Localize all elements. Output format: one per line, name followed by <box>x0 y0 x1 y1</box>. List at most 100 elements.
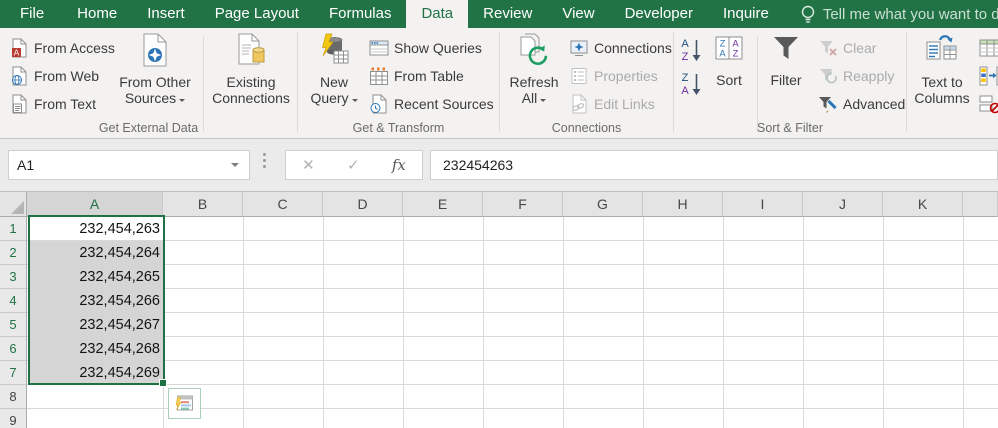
cell-a1[interactable]: 232,454,263 <box>29 217 160 241</box>
new-query-icon <box>318 33 350 70</box>
sort-descending-button[interactable]: ZA <box>678 70 704 98</box>
from-web-button[interactable]: From Web <box>8 64 102 88</box>
group-label-connections: Connections <box>500 121 673 135</box>
column-header-d[interactable]: D <box>323 192 403 217</box>
tab-inquire[interactable]: Inquire <box>708 0 784 28</box>
clear-filter-icon <box>818 38 838 58</box>
tab-page-layout[interactable]: Page Layout <box>200 0 314 28</box>
formula-input[interactable]: 232454263 <box>430 150 998 180</box>
cell-a4[interactable]: 232,454,266 <box>29 289 160 313</box>
fill-handle[interactable] <box>159 379 167 387</box>
column-header-g[interactable]: G <box>563 192 643 217</box>
column-header-f[interactable]: F <box>483 192 563 217</box>
filter-button[interactable]: Filter <box>761 31 811 119</box>
column-header-b[interactable]: B <box>163 192 243 217</box>
new-query-label2: Query <box>310 90 348 106</box>
show-queries-label: Show Queries <box>394 40 482 56</box>
auto-fill-options-button[interactable] <box>168 388 201 419</box>
row-header-8[interactable]: 8 <box>0 385 27 409</box>
svg-text:A: A <box>14 48 20 58</box>
column-header-partial[interactable] <box>963 192 998 217</box>
sort-dialog-icon: ZAAZ <box>714 33 744 68</box>
group-get-transform: New Query Show Queries From Table Recent… <box>298 28 499 138</box>
cell-a6[interactable]: 232,454,268 <box>29 337 160 361</box>
remove-duplicates-button-partial[interactable] <box>976 64 998 88</box>
reapply-filter-button[interactable]: Reapply <box>815 64 897 88</box>
properties-button[interactable]: Properties <box>566 64 661 88</box>
row-header-7[interactable]: 7 <box>0 361 27 385</box>
svg-text:Z: Z <box>682 51 689 63</box>
show-queries-button[interactable]: Show Queries <box>366 36 485 60</box>
sort-ascending-button[interactable]: AZ <box>678 36 704 64</box>
tab-view[interactable]: View <box>547 0 609 28</box>
existing-connections-icon <box>236 33 266 70</box>
tab-insert[interactable]: Insert <box>132 0 200 28</box>
svg-text:Z: Z <box>682 72 689 84</box>
insert-function-icon[interactable]: fx <box>392 156 406 174</box>
tab-review[interactable]: Review <box>468 0 547 28</box>
from-other-sources-button[interactable]: From Other Sources <box>112 31 198 119</box>
row-header-6[interactable]: 6 <box>0 337 27 361</box>
cell-a7[interactable]: 232,454,269 <box>29 361 160 385</box>
row-header-5[interactable]: 5 <box>0 313 27 337</box>
row-header-2[interactable]: 2 <box>0 241 27 265</box>
column-header-i[interactable]: I <box>723 192 803 217</box>
formula-buttons: ✕ ✓ fx <box>285 150 423 180</box>
edit-links-button[interactable]: Edit Links <box>566 92 658 116</box>
clear-filter-button[interactable]: Clear <box>815 36 879 60</box>
text-to-columns-icon <box>926 33 958 70</box>
from-access-button[interactable]: A From Access <box>8 36 118 60</box>
tab-developer[interactable]: Developer <box>610 0 708 28</box>
column-header-k[interactable]: K <box>883 192 963 217</box>
recent-sources-button[interactable]: Recent Sources <box>366 92 497 116</box>
flash-fill-button-partial[interactable] <box>976 36 998 60</box>
advanced-filter-button[interactable]: Advanced <box>815 92 908 116</box>
advanced-filter-icon <box>818 94 838 114</box>
sort-button[interactable]: ZAAZ Sort <box>704 31 754 119</box>
auto-fill-options-icon <box>174 393 195 414</box>
column-header-a[interactable]: A <box>27 192 163 217</box>
row-header-3[interactable]: 3 <box>0 265 27 289</box>
tab-file[interactable]: File <box>2 0 62 28</box>
cell-a2[interactable]: 232,454,264 <box>29 241 160 265</box>
advanced-label: Advanced <box>843 96 905 112</box>
tell-me-box[interactable]: Tell me what you want to do <box>800 0 998 28</box>
data-validation-icon <box>979 94 998 114</box>
lightbulb-icon <box>800 4 816 24</box>
enter-icon[interactable]: ✓ <box>347 156 360 174</box>
connections-button[interactable]: Connections <box>566 36 675 60</box>
existing-connections-button[interactable]: Existing Connections <box>208 31 294 119</box>
svg-text:Z: Z <box>733 49 739 60</box>
new-query-button[interactable]: New Query <box>303 31 365 119</box>
tab-formulas[interactable]: Formulas <box>314 0 407 28</box>
tab-home[interactable]: Home <box>62 0 132 28</box>
clear-label: Clear <box>843 40 876 56</box>
column-header-c[interactable]: C <box>243 192 323 217</box>
column-header-e[interactable]: E <box>403 192 483 217</box>
column-header-h[interactable]: H <box>643 192 723 217</box>
formula-bar: A1 ✕ ✓ fx 232454263 <box>0 139 998 192</box>
refresh-all-button[interactable]: Refresh All <box>504 31 564 119</box>
cancel-icon[interactable]: ✕ <box>302 156 315 174</box>
svg-text:A: A <box>719 49 726 60</box>
column-header-j[interactable]: J <box>803 192 883 217</box>
row-header-1[interactable]: 1 <box>0 217 27 241</box>
cell-a5[interactable]: 232,454,267 <box>29 313 160 337</box>
from-other-sources-icon <box>140 33 170 70</box>
from-table-button[interactable]: From Table <box>366 64 467 88</box>
ribbon-tab-bar: File Home Insert Page Layout Formulas Da… <box>0 0 998 28</box>
cell-a3[interactable]: 232,454,265 <box>29 265 160 289</box>
new-query-label: New <box>320 74 348 90</box>
name-box-dropdown-icon[interactable] <box>231 163 239 171</box>
name-box[interactable]: A1 <box>8 150 250 180</box>
text-to-columns-button[interactable]: Text to Columns <box>913 31 971 119</box>
tab-data[interactable]: Data <box>406 0 468 28</box>
from-text-button[interactable]: From Text <box>8 92 99 116</box>
row-header-4[interactable]: 4 <box>0 289 27 313</box>
data-validation-button-partial[interactable] <box>976 92 998 116</box>
from-access-icon: A <box>11 38 29 58</box>
select-all-corner[interactable] <box>0 192 27 217</box>
existing-connections-label2: Connections <box>212 90 290 106</box>
formula-bar-resize-handle[interactable] <box>263 153 266 168</box>
row-header-9[interactable]: 9 <box>0 409 27 428</box>
